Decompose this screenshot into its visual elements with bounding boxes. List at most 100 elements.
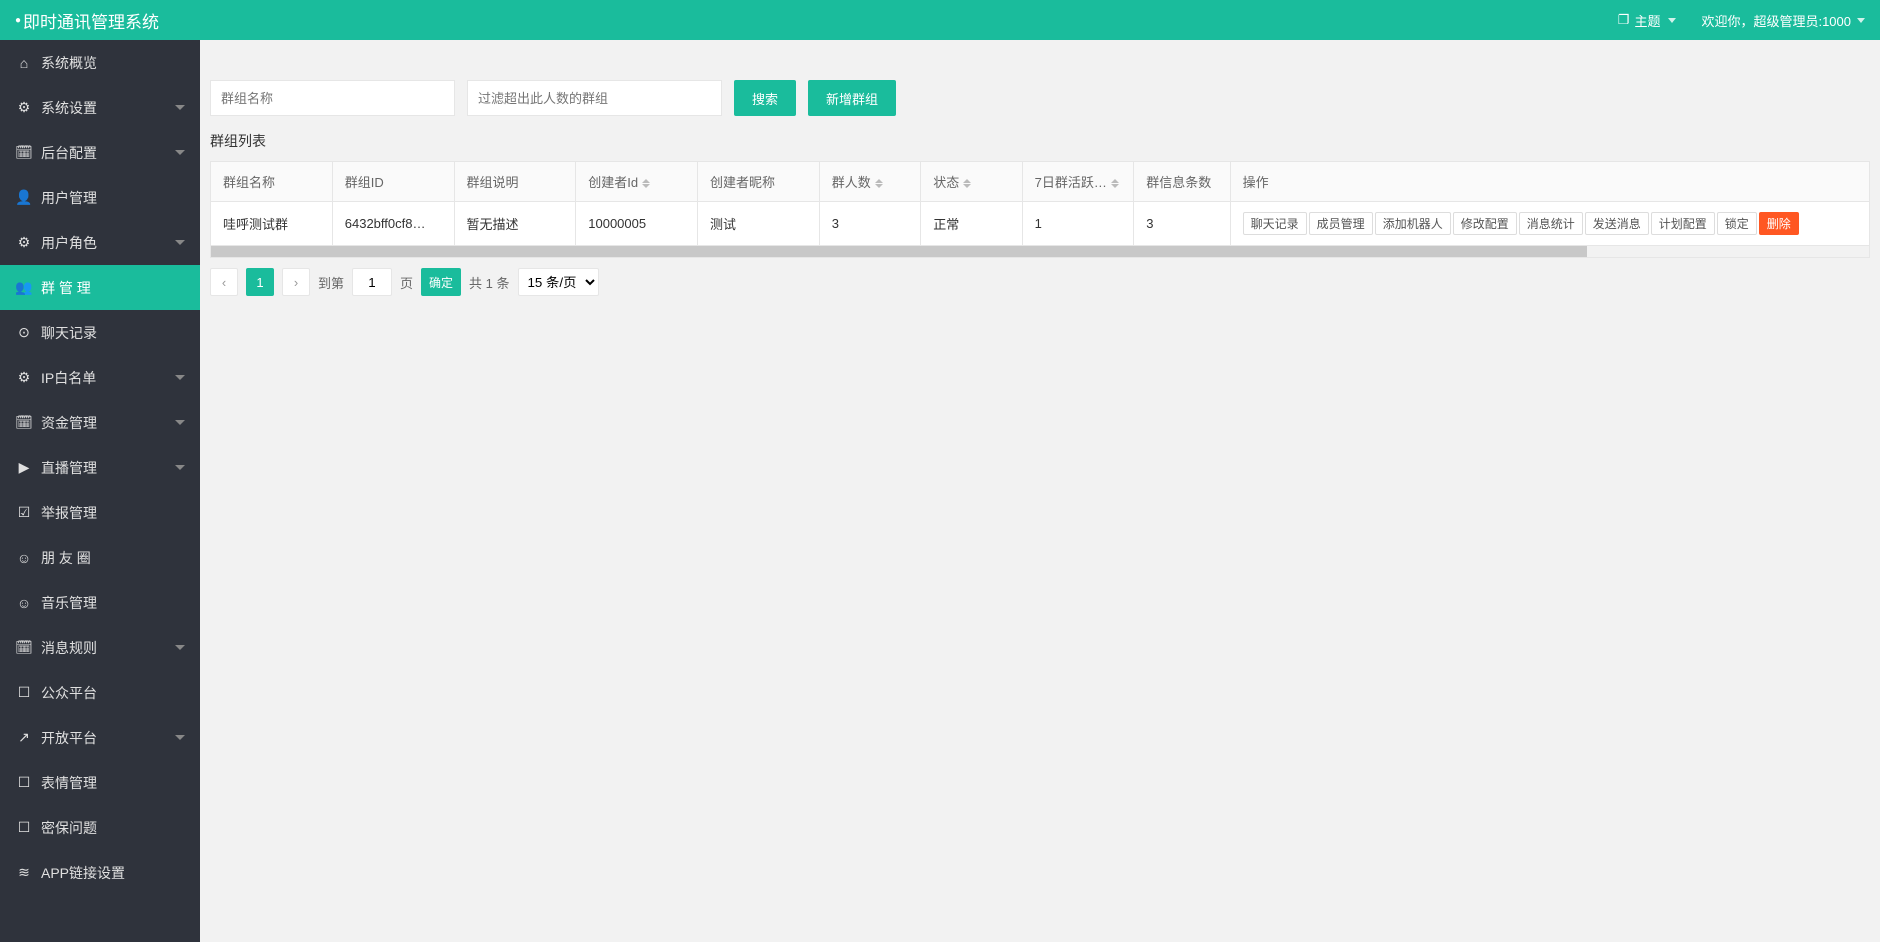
sidebar-item-label: 音乐管理 bbox=[41, 593, 97, 613]
sidebar-item-17[interactable]: ☐密保问题 bbox=[0, 805, 200, 850]
col-header-9: 操作 bbox=[1230, 162, 1869, 202]
col-header-5[interactable]: 群人数 bbox=[819, 162, 920, 202]
table-row: 哇呼测试群6432bff0cf8…暂无描述10000005测试3正常13聊天记录… bbox=[211, 202, 1870, 246]
sidebar-icon: 🗓 bbox=[15, 414, 33, 431]
total-count: 共 1 条 bbox=[469, 273, 509, 292]
col-header-6[interactable]: 状态 bbox=[921, 162, 1022, 202]
sidebar-icon: ≋ bbox=[15, 864, 33, 881]
group-name-input[interactable] bbox=[210, 80, 455, 116]
filter-members-input[interactable] bbox=[467, 80, 722, 116]
sidebar-icon: 🗓 bbox=[15, 639, 33, 656]
sidebar-item-label: 公众平台 bbox=[41, 683, 97, 703]
search-button[interactable]: 搜索 bbox=[734, 80, 796, 116]
sidebar-item-3[interactable]: 👤用户管理 bbox=[0, 175, 200, 220]
sidebar-item-7[interactable]: ⚙IP白名单 bbox=[0, 355, 200, 400]
header: 即时通讯管理系统 主题 欢迎你，超级管理员:1000 bbox=[0, 0, 1880, 40]
horizontal-scrollbar[interactable] bbox=[210, 246, 1870, 258]
sidebar-item-label: 朋 友 圈 bbox=[41, 548, 91, 568]
sidebar-item-4[interactable]: ⚙用户角色 bbox=[0, 220, 200, 265]
action-0-button[interactable]: 聊天记录 bbox=[1243, 212, 1307, 235]
cell-6: 正常 bbox=[921, 202, 1022, 246]
theme-selector[interactable]: 主题 bbox=[1618, 11, 1677, 30]
sidebar-icon: ↗ bbox=[15, 729, 33, 746]
col-header-8: 群信息条数 bbox=[1134, 162, 1230, 202]
sidebar-item-2[interactable]: 🗓 后台配置 bbox=[0, 130, 200, 175]
sidebar-item-label: 举报管理 bbox=[41, 503, 97, 523]
sidebar-item-5[interactable]: 👥 群 管 理 bbox=[0, 265, 200, 310]
sidebar-icon: ⚙ bbox=[15, 234, 33, 251]
main-content: 搜索 新增群组 群组列表 群组名称群组ID群组说明创建者Id创建者昵称群人数状态… bbox=[200, 40, 1880, 942]
sort-icon bbox=[1111, 179, 1119, 188]
action-6-button[interactable]: 计划配置 bbox=[1651, 212, 1715, 235]
sidebar-item-10[interactable]: ☑举报管理 bbox=[0, 490, 200, 535]
sidebar-item-15[interactable]: ↗ 开放平台 bbox=[0, 715, 200, 760]
sidebar-icon: ⚙ bbox=[15, 369, 33, 386]
sidebar-item-label: 系统设置 bbox=[41, 98, 97, 118]
sidebar-icon: ☐ bbox=[15, 774, 33, 791]
action-2-button[interactable]: 添加机器人 bbox=[1375, 212, 1451, 235]
action-5-button[interactable]: 发送消息 bbox=[1585, 212, 1649, 235]
cell-3: 10000005 bbox=[576, 202, 698, 246]
prev-page-button[interactable]: ‹ bbox=[210, 268, 238, 296]
goto-label: 到第 bbox=[318, 273, 344, 292]
user-menu[interactable]: 欢迎你，超级管理员:1000 bbox=[1701, 11, 1865, 30]
action-1-button[interactable]: 成员管理 bbox=[1309, 212, 1373, 235]
chevron-down-icon bbox=[1857, 18, 1865, 23]
section-title: 群组列表 bbox=[210, 131, 1870, 151]
sidebar-item-14[interactable]: ☐ 公众平台 bbox=[0, 670, 200, 715]
sidebar-item-16[interactable]: ☐表情管理 bbox=[0, 760, 200, 805]
search-bar: 搜索 新增群组 bbox=[210, 80, 1870, 116]
sidebar-icon: ▶ bbox=[15, 459, 33, 476]
sidebar-item-9[interactable]: ▶直播管理 bbox=[0, 445, 200, 490]
sidebar-item-label: 系统概览 bbox=[41, 53, 97, 73]
sidebar-icon: ⊙ bbox=[15, 324, 33, 341]
sidebar-item-label: 群 管 理 bbox=[41, 278, 91, 298]
sort-icon bbox=[963, 179, 971, 188]
chevron-down-icon bbox=[1668, 18, 1676, 23]
col-header-0: 群组名称 bbox=[211, 162, 333, 202]
sidebar-item-0[interactable]: ⌂ 系统概览 bbox=[0, 40, 200, 85]
sidebar-icon: 🗓 bbox=[15, 144, 33, 161]
goto-confirm-button[interactable]: 确定 bbox=[421, 268, 461, 296]
col-header-3[interactable]: 创建者Id bbox=[576, 162, 698, 202]
pagination: ‹ 1 › 到第 页 确定 共 1 条 15 条/页 bbox=[210, 268, 1870, 296]
sidebar-item-11[interactable]: ☺ 朋 友 圈 bbox=[0, 535, 200, 580]
sidebar: ⌂系统概览⚙系统设置🗓后台配置👤用户管理⚙用户角色👥群 管 理⊙聊天记录⚙IP白… bbox=[0, 40, 200, 942]
action-3-button[interactable]: 修改配置 bbox=[1453, 212, 1517, 235]
next-page-button[interactable]: › bbox=[282, 268, 310, 296]
col-header-7[interactable]: 7日群活跃… bbox=[1022, 162, 1134, 202]
sidebar-item-1[interactable]: ⚙系统设置 bbox=[0, 85, 200, 130]
action-7-button[interactable]: 锁定 bbox=[1717, 212, 1757, 235]
action-8-button[interactable]: 删除 bbox=[1759, 212, 1799, 235]
goto-page-input[interactable] bbox=[352, 268, 392, 296]
sidebar-item-13[interactable]: 🗓消息规则 bbox=[0, 625, 200, 670]
scroll-thumb[interactable] bbox=[211, 246, 1587, 257]
sidebar-item-12[interactable]: ☺ 音乐管理 bbox=[0, 580, 200, 625]
sidebar-icon: ☺ bbox=[15, 550, 33, 566]
cell-8: 3 bbox=[1134, 202, 1230, 246]
actions-cell: 聊天记录成员管理添加机器人修改配置消息统计发送消息计划配置锁定删除 bbox=[1230, 202, 1869, 246]
app-title: 即时通讯管理系统 bbox=[15, 8, 159, 33]
sidebar-icon: 👥 bbox=[15, 279, 33, 296]
sidebar-item-label: 用户管理 bbox=[41, 188, 97, 208]
sidebar-item-label: 开放平台 bbox=[41, 728, 97, 748]
sidebar-item-label: APP链接设置 bbox=[41, 863, 125, 883]
sidebar-icon: ☺ bbox=[15, 595, 33, 611]
page-1-button[interactable]: 1 bbox=[246, 268, 274, 296]
sidebar-item-8[interactable]: 🗓资金管理 bbox=[0, 400, 200, 445]
per-page-select[interactable]: 15 条/页 bbox=[518, 268, 599, 296]
sidebar-item-6[interactable]: ⊙ 聊天记录 bbox=[0, 310, 200, 355]
sidebar-item-label: 后台配置 bbox=[41, 143, 97, 163]
add-group-button[interactable]: 新增群组 bbox=[808, 80, 896, 116]
cell-7: 1 bbox=[1022, 202, 1134, 246]
sidebar-icon: ☐ bbox=[15, 684, 33, 701]
col-header-2: 群组说明 bbox=[454, 162, 576, 202]
header-right: 主题 欢迎你，超级管理员:1000 bbox=[1618, 11, 1865, 30]
cell-5: 3 bbox=[819, 202, 920, 246]
action-4-button[interactable]: 消息统计 bbox=[1519, 212, 1583, 235]
cell-2: 暂无描述 bbox=[454, 202, 576, 246]
sidebar-item-18[interactable]: ≋ APP链接设置 bbox=[0, 850, 200, 895]
sidebar-item-label: 聊天记录 bbox=[41, 323, 97, 343]
sidebar-item-label: 密保问题 bbox=[41, 818, 97, 838]
sidebar-icon: ⌂ bbox=[15, 55, 33, 71]
